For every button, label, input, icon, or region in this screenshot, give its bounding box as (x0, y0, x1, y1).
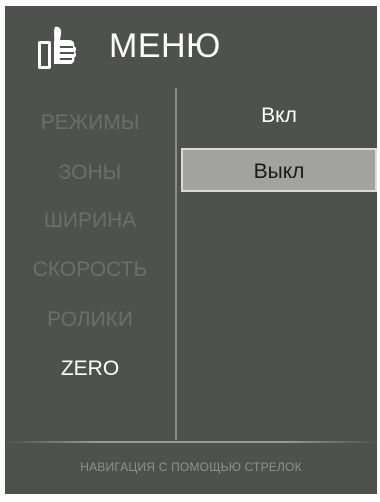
menu-item-zero[interactable]: ZERO (5, 354, 175, 384)
menu-item-speed[interactable]: СКОРОСТЬ (5, 255, 175, 285)
option-off[interactable]: Выкл (181, 148, 377, 192)
thumbs-up-icon (38, 26, 77, 69)
menu-item-rollers[interactable]: РОЛИКИ (5, 305, 175, 335)
menu-item-width[interactable]: ШИРИНА (5, 206, 175, 236)
menu-item-zones[interactable]: ЗОНЫ (5, 158, 175, 188)
option-on[interactable]: Вкл (181, 94, 377, 138)
column-divider (175, 88, 177, 440)
menu-header: МЕНЮ (5, 6, 377, 86)
footer-divider (5, 441, 377, 443)
navigation-hint: НАВИГАЦИЯ С ПОМОЩЬЮ СТРЕЛОК (80, 460, 302, 474)
menu-item-modes[interactable]: РЕЖИМЫ (5, 108, 175, 138)
menu-screen: МЕНЮ РЕЖИМЫ ЗОНЫ ШИРИНА СКОРОСТЬ РОЛИКИ … (5, 6, 377, 494)
page-title: МЕНЮ (109, 27, 221, 65)
